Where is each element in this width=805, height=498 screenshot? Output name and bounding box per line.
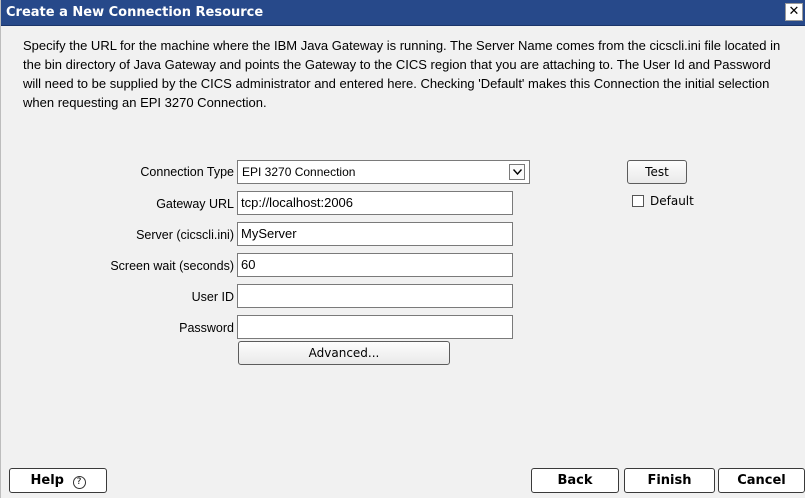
screen-wait-field[interactable]: 60 [237,253,513,277]
help-button-label: Help [30,473,64,488]
default-checkbox-label[interactable]: Default [650,194,694,208]
gateway-url-label: Gateway URL [156,197,234,211]
connection-type-value: EPI 3270 Connection [242,165,356,179]
password-label: Password [179,321,234,335]
dialog-title: Create a New Connection Resource [6,5,264,20]
default-checkbox[interactable] [632,195,644,207]
test-button[interactable]: Test [627,160,687,184]
back-button[interactable]: Back [531,468,619,493]
user-id-field[interactable] [237,284,513,308]
connection-resource-dialog: Create a New Connection Resource ✕ Speci… [0,0,805,498]
user-id-label: User ID [191,290,234,304]
cancel-button[interactable]: Cancel [718,468,805,493]
close-icon: ✕ [788,4,800,19]
gateway-url-field[interactable]: tcp://localhost:2006 [237,191,513,215]
server-label: Server (cicscli.ini) [136,228,234,242]
connection-type-label: Connection Type [140,165,234,179]
chevron-down-icon[interactable] [509,164,525,180]
screen-wait-label: Screen wait (seconds) [110,259,234,273]
help-icon: ? [72,476,86,489]
title-bar[interactable]: Create a New Connection Resource ✕ [1,0,805,26]
advanced-button[interactable]: Advanced... [238,341,450,365]
connection-type-select[interactable]: EPI 3270 Connection [237,160,530,184]
server-field[interactable]: MyServer [237,222,513,246]
instructions-text: Specify the URL for the machine where th… [23,38,781,110]
close-button[interactable]: ✕ [785,3,803,21]
help-button[interactable]: Help ? [9,468,107,493]
password-field[interactable] [237,315,513,339]
finish-button[interactable]: Finish [624,468,715,493]
